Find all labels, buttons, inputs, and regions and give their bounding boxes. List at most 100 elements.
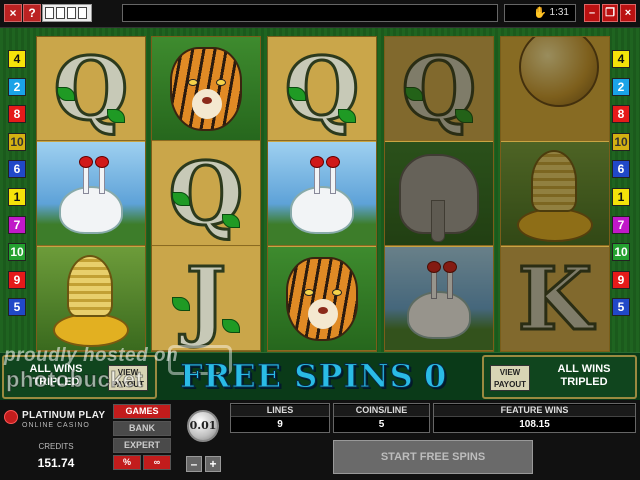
q-symbol: Q xyxy=(268,37,376,142)
crane-neck-icon xyxy=(99,164,105,194)
payline-marker[interactable]: 7 xyxy=(8,215,26,234)
symbol-letter: J xyxy=(184,248,228,352)
expert-button[interactable]: EXPERT xyxy=(113,438,171,453)
symbol-letter: Q xyxy=(167,143,245,247)
all-wins-panel-right: VIEW PAYOUT ALL WINS TRIPLED xyxy=(482,355,637,399)
spin-blur-overlay xyxy=(385,37,493,140)
crane-symbol xyxy=(268,142,376,246)
payline-marker[interactable]: 4 xyxy=(8,50,26,68)
autoplay-button[interactable]: ∞ xyxy=(143,455,171,470)
crane-symbol xyxy=(385,247,493,351)
watermark-line2: photobucket xyxy=(6,367,144,393)
payline-marker[interactable]: 5 xyxy=(8,298,26,317)
crane-neck-icon xyxy=(314,164,320,194)
crane-head-icon xyxy=(79,156,93,168)
payline-marker[interactable]: 6 xyxy=(8,160,26,179)
free-spins-count: 0 xyxy=(423,357,447,396)
crane-neck-icon xyxy=(330,164,336,194)
payline-marker[interactable]: 4 xyxy=(612,50,630,68)
tiger-eye-icon xyxy=(188,79,198,86)
payline-marker[interactable]: 8 xyxy=(8,105,26,124)
view-payout-button[interactable]: VIEW PAYOUT xyxy=(490,365,530,391)
spin-blur-overlay xyxy=(385,142,493,245)
lines-box: LINES 9 xyxy=(230,403,330,433)
feature-wins-box: FEATURE WINS 108.15 xyxy=(433,403,636,433)
lines-label: LINES xyxy=(231,405,329,417)
j-symbol: J xyxy=(152,247,260,351)
payline-markers-left: 4 2 8 10 6 1 7 10 9 5 xyxy=(8,50,28,326)
reels-area: 4 2 8 10 6 1 7 10 9 5 4 2 8 10 6 1 7 10 9 5 QQJQQK xyxy=(0,28,640,352)
reel-5: K xyxy=(500,36,610,352)
help-button[interactable]: ? xyxy=(23,4,41,22)
payline-marker[interactable]: 10 xyxy=(8,132,26,151)
crane-icon xyxy=(290,186,354,234)
casino-logo-icon xyxy=(4,410,18,424)
credits-value: 151.74 xyxy=(37,456,75,470)
watermark-line1: proudly hosted on xyxy=(4,345,179,366)
payline-marker[interactable]: 9 xyxy=(612,270,630,289)
payline-marker[interactable]: 10 xyxy=(8,243,26,262)
crane-neck-icon xyxy=(83,164,89,194)
coins-per-line-value: 5 xyxy=(378,419,385,430)
control-panel: PLATINUM PLAY ONLINE CASINO CREDITS 151.… xyxy=(0,400,640,480)
gold-symbol xyxy=(501,37,609,141)
payline-marker[interactable]: 6 xyxy=(612,160,630,179)
coin-increase-button[interactable]: + xyxy=(205,456,221,472)
hand-icon: ✋ xyxy=(533,7,547,19)
reel-2: QJ xyxy=(151,36,261,352)
tiger-icon xyxy=(170,47,242,131)
crane-head-icon xyxy=(326,156,340,168)
checkbox-icon[interactable] xyxy=(78,7,87,19)
lines-value: 9 xyxy=(277,419,283,430)
spin-blur-overlay xyxy=(385,247,493,350)
payline-marker[interactable]: 2 xyxy=(8,77,26,96)
reel-3: Q xyxy=(267,36,377,352)
q-symbol: Q xyxy=(37,37,145,142)
payline-marker[interactable]: 9 xyxy=(8,270,26,289)
tiger-symbol xyxy=(268,247,376,351)
crane-symbol xyxy=(37,142,145,246)
tiger-symbol xyxy=(152,37,260,141)
feature-wins-label: FEATURE WINS xyxy=(434,405,635,417)
symbol-letter: Q xyxy=(52,38,130,142)
checkbox-icon[interactable] xyxy=(45,7,54,19)
q-symbol: Q xyxy=(152,142,260,247)
elephant-symbol xyxy=(385,142,493,246)
tiger-eye-icon xyxy=(216,79,226,86)
payline-marker[interactable]: 1 xyxy=(8,187,26,206)
message-bar xyxy=(122,4,498,22)
payline-marker[interactable]: 10 xyxy=(612,243,630,262)
payline-marker[interactable]: 2 xyxy=(612,77,630,96)
k-symbol: K xyxy=(501,247,609,351)
spin-blur-overlay xyxy=(501,247,609,350)
spin-blur-overlay xyxy=(501,37,609,140)
message-strip: VIEW PAYOUT ALL WINS TRIPLED proudly hos… xyxy=(0,345,640,400)
bank-button[interactable]: BANK xyxy=(113,421,171,436)
tiger-eye-icon xyxy=(304,289,314,296)
start-free-spins-button[interactable]: START FREE SPINS xyxy=(333,440,533,474)
crane-head-icon xyxy=(95,156,109,168)
payline-marker[interactable]: 7 xyxy=(612,215,630,234)
exit-button[interactable]: × xyxy=(4,4,22,22)
all-wins-tripled: ALL WINS TRIPLED xyxy=(557,363,611,388)
payline-marker[interactable]: 5 xyxy=(612,298,630,317)
top-toolbar: × ? ✋ 1:31 – ❐ × xyxy=(0,0,640,28)
coin-decrease-button[interactable]: – xyxy=(186,456,202,472)
q-symbol: Q xyxy=(385,37,493,142)
options-icons[interactable] xyxy=(42,4,92,22)
checkbox-icon[interactable] xyxy=(56,7,65,19)
restore-button[interactable]: ❐ xyxy=(602,4,618,22)
cobra-icon xyxy=(67,255,113,317)
payline-marker[interactable]: 10 xyxy=(612,132,630,151)
window-close-button[interactable]: × xyxy=(620,4,636,22)
crane-icon xyxy=(59,186,123,234)
payline-marker[interactable]: 8 xyxy=(612,105,630,124)
reel-1: Q xyxy=(36,36,146,352)
coins-per-line-label: COINS/LINE xyxy=(334,405,429,417)
minimize-button[interactable]: – xyxy=(584,4,600,22)
checkbox-icon[interactable] xyxy=(67,7,76,19)
percent-button[interactable]: % xyxy=(113,455,141,470)
games-button[interactable]: GAMES xyxy=(113,404,171,419)
payline-marker[interactable]: 1 xyxy=(612,187,630,206)
spin-blur-overlay xyxy=(501,142,609,245)
